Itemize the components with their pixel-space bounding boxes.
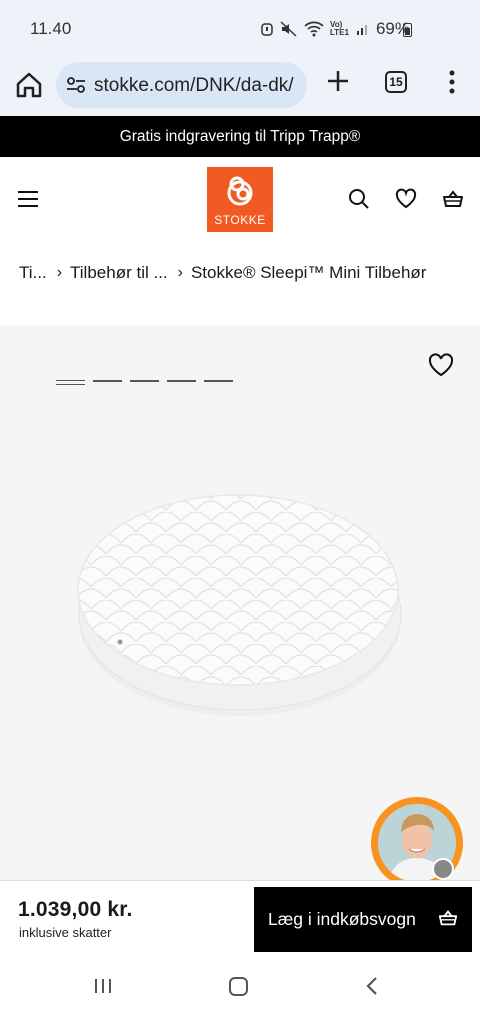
wifi-icon [304,21,324,37]
breadcrumb-current: Stokke® Sleepi™ Mini Tilbehør [190,263,427,282]
purchase-bar: 1.039,00 kr. inklusive skatter Læg i ind… [0,880,480,956]
status-time: 11.40 [30,19,72,38]
status-bar: 11.40 Vo) LTE1 69% [0,0,480,58]
site-settings-icon[interactable] [66,76,86,94]
network-label: Vo) LTE1 [329,20,349,37]
logo-wordmark: STOKKE [214,213,266,227]
recent-apps-icon[interactable] [94,978,112,994]
gallery-dot[interactable] [167,380,196,382]
back-icon[interactable] [365,976,379,996]
gallery-dot[interactable] [204,380,233,382]
browser-menu-icon[interactable] [449,70,455,94]
gallery-dot[interactable] [130,380,159,382]
mute-icon [280,21,297,37]
basket-icon [438,910,458,926]
basket-icon[interactable] [442,188,464,210]
home-icon[interactable] [14,70,44,100]
gallery-dot[interactable] [93,380,122,382]
product-image-mattress [77,494,402,716]
gallery-dot[interactable] [56,380,85,385]
site-header: STOKKE [0,157,480,243]
wishlist-heart-icon[interactable] [428,353,454,377]
status-icons: Vo) LTE1 69% [260,19,410,39]
url-bar[interactable]: stokke.com/DNK/da-dk/ [56,62,307,108]
system-home-icon[interactable] [229,977,248,996]
chevron-right-icon: › [56,264,63,281]
battery-icon [403,23,412,37]
tab-switcher-button[interactable]: 15 [385,71,407,93]
promo-banner[interactable]: Gratis indgravering til Tripp Trapp® [0,116,480,157]
tax-note: inklusive skatter [19,925,112,940]
add-to-cart-button[interactable]: Læg i indkøbsvogn [254,887,472,952]
url-text[interactable]: stokke.com/DNK/da-dk/ [94,75,302,97]
chat-status-dot [432,858,454,880]
gallery-pagination [56,380,233,385]
stokke-logo-mark [227,176,253,206]
chevron-right-icon: › [177,264,183,281]
breadcrumb-item[interactable]: Tilbehør til ... [70,263,168,283]
search-icon[interactable] [348,188,370,210]
breadcrumb-item[interactable]: Ti... [19,263,47,283]
new-tab-icon[interactable] [325,68,351,94]
stokke-logo[interactable]: STOKKE [207,167,273,232]
add-to-cart-label: Læg i indkøbsvogn [268,909,416,929]
signal-icon [356,25,367,35]
product-price: 1.039,00 kr. [18,898,133,921]
heart-icon[interactable] [395,188,417,210]
system-nav-bar [0,956,480,1013]
menu-icon[interactable] [18,191,38,207]
browser-toolbar: stokke.com/DNK/da-dk/ 15 [0,58,480,116]
breadcrumb: Ti... › Tilbehør til ... › Stokke® Sleep… [19,259,480,287]
alarm-icon [261,23,273,36]
